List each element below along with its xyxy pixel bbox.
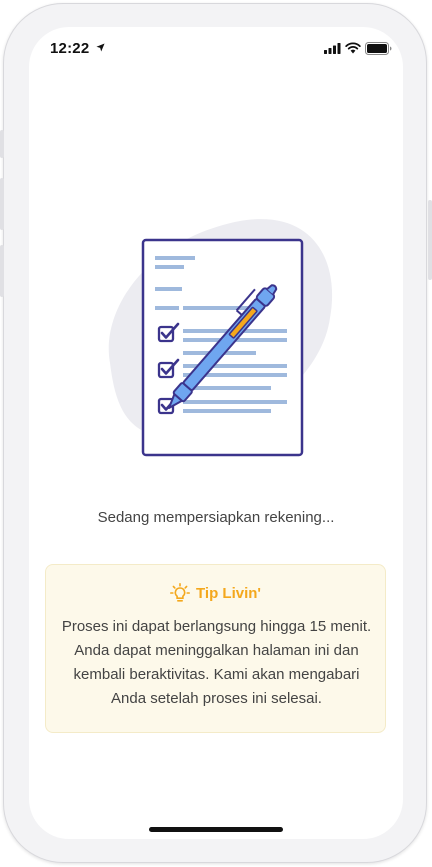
tip-header: Tip Livin' xyxy=(46,582,385,604)
status-bar: 12:22 xyxy=(29,27,403,71)
battery-icon xyxy=(365,42,392,55)
home-indicator[interactable] xyxy=(149,827,283,832)
lightbulb-icon xyxy=(170,583,191,602)
wifi-icon xyxy=(345,42,361,54)
tip-card: Tip Livin' Proses ini dapat berlangsung … xyxy=(45,564,386,733)
status-message: Sedang mempersiapkan rekening... xyxy=(97,509,335,526)
volume-up-button xyxy=(0,178,4,230)
mute-switch xyxy=(0,130,4,158)
status-time: 12:22 xyxy=(50,40,90,57)
location-arrow-icon xyxy=(96,43,105,52)
volume-down-button xyxy=(0,245,4,297)
cellular-signal-icon xyxy=(324,43,341,54)
power-button xyxy=(428,200,432,280)
phone-screen: 12:22 Sedang mempersiapkan rekening... T… xyxy=(29,27,403,839)
tip-body: Proses ini dapat berlangsung hingga 15 m… xyxy=(61,618,372,707)
document-checklist-illustration xyxy=(108,219,333,457)
tip-title: Tip Livin' xyxy=(196,584,261,602)
